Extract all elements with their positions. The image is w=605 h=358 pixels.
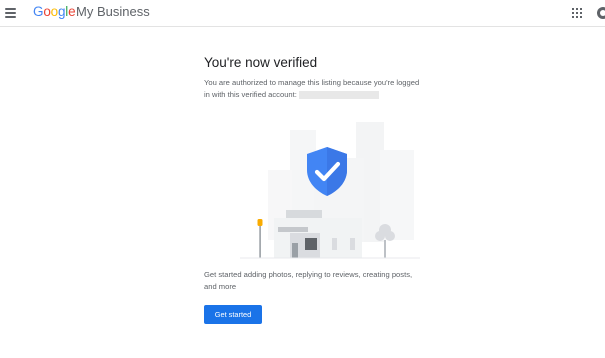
hamburger-menu-icon[interactable] (5, 8, 16, 18)
get-started-button[interactable]: Get started (204, 305, 262, 324)
verified-business-illustration (240, 122, 420, 259)
page-title: You're now verified (204, 55, 318, 70)
street-lamp-icon (257, 219, 263, 258)
product-name: My Business (76, 4, 150, 19)
google-logo[interactable]: Google (33, 4, 76, 19)
apps-grid-icon[interactable] (572, 8, 582, 18)
get-started-description: Get started adding photos, replying to r… (204, 270, 413, 291)
account-avatar-icon[interactable] (597, 7, 605, 19)
verification-description: You are authorized to manage this listin… (204, 77, 424, 101)
redacted-account-email (298, 91, 379, 99)
top-app-bar: Google My Business (0, 0, 605, 27)
